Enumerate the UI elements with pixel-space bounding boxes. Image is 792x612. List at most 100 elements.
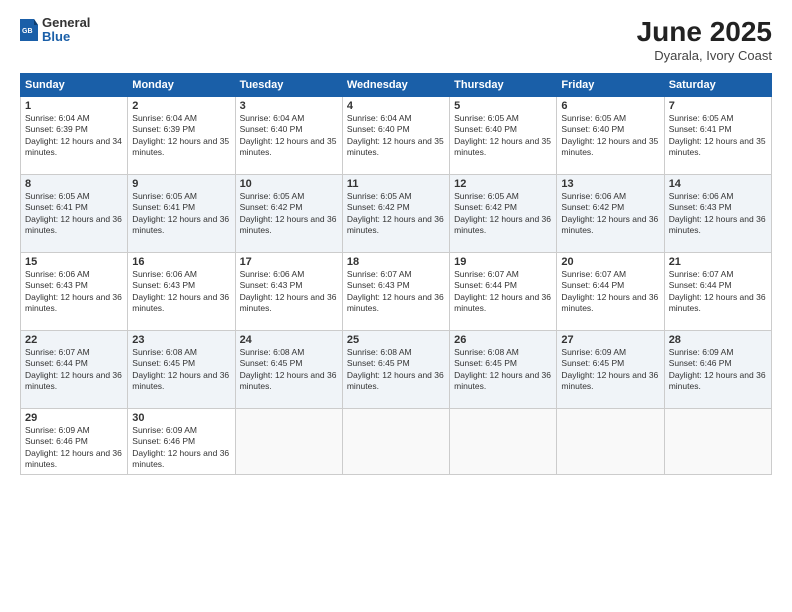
day-number: 19 [454, 256, 552, 268]
logo-blue: Blue [42, 30, 90, 44]
day-number: 16 [132, 256, 230, 268]
day-info: Sunrise: 6:06 AMSunset: 6:43 PMDaylight:… [669, 191, 766, 235]
day-info: Sunrise: 6:04 AMSunset: 6:39 PMDaylight:… [132, 113, 229, 157]
calendar-cell: 20 Sunrise: 6:07 AMSunset: 6:44 PMDaylig… [557, 253, 664, 331]
calendar-cell: 14 Sunrise: 6:06 AMSunset: 6:43 PMDaylig… [664, 175, 771, 253]
calendar-cell: 13 Sunrise: 6:06 AMSunset: 6:42 PMDaylig… [557, 175, 664, 253]
day-number: 11 [347, 178, 445, 190]
day-info: Sunrise: 6:06 AMSunset: 6:43 PMDaylight:… [25, 269, 122, 313]
calendar-cell: 15 Sunrise: 6:06 AMSunset: 6:43 PMDaylig… [21, 253, 128, 331]
calendar-cell: 7 Sunrise: 6:05 AMSunset: 6:41 PMDayligh… [664, 97, 771, 175]
day-number: 21 [669, 256, 767, 268]
day-number: 23 [132, 334, 230, 346]
calendar-cell: 12 Sunrise: 6:05 AMSunset: 6:42 PMDaylig… [450, 175, 557, 253]
calendar-cell: 6 Sunrise: 6:05 AMSunset: 6:40 PMDayligh… [557, 97, 664, 175]
calendar-cell: 9 Sunrise: 6:05 AMSunset: 6:41 PMDayligh… [128, 175, 235, 253]
day-info: Sunrise: 6:05 AMSunset: 6:42 PMDaylight:… [347, 191, 444, 235]
day-info: Sunrise: 6:04 AMSunset: 6:39 PMDaylight:… [25, 113, 122, 157]
calendar-cell: 23 Sunrise: 6:08 AMSunset: 6:45 PMDaylig… [128, 331, 235, 409]
day-info: Sunrise: 6:07 AMSunset: 6:44 PMDaylight:… [669, 269, 766, 313]
day-number: 24 [240, 334, 338, 346]
calendar-cell: 26 Sunrise: 6:08 AMSunset: 6:45 PMDaylig… [450, 331, 557, 409]
title-area: June 2025 Dyarala, Ivory Coast [637, 16, 772, 63]
day-info: Sunrise: 6:06 AMSunset: 6:43 PMDaylight:… [240, 269, 337, 313]
logo-general: General [42, 16, 90, 30]
svg-text:GB: GB [22, 28, 33, 35]
day-number: 15 [25, 256, 123, 268]
day-info: Sunrise: 6:05 AMSunset: 6:41 PMDaylight:… [132, 191, 229, 235]
calendar-cell [664, 409, 771, 475]
calendar-cell [342, 409, 449, 475]
calendar-cell: 1 Sunrise: 6:04 AMSunset: 6:39 PMDayligh… [21, 97, 128, 175]
calendar-cell: 10 Sunrise: 6:05 AMSunset: 6:42 PMDaylig… [235, 175, 342, 253]
calendar-week-3: 15 Sunrise: 6:06 AMSunset: 6:43 PMDaylig… [21, 253, 772, 331]
logo-text: General Blue [42, 16, 90, 45]
calendar-cell: 24 Sunrise: 6:08 AMSunset: 6:45 PMDaylig… [235, 331, 342, 409]
col-header-saturday: Saturday [664, 74, 771, 97]
calendar-cell: 5 Sunrise: 6:05 AMSunset: 6:40 PMDayligh… [450, 97, 557, 175]
day-info: Sunrise: 6:07 AMSunset: 6:44 PMDaylight:… [25, 347, 122, 391]
day-number: 1 [25, 100, 123, 112]
day-number: 10 [240, 178, 338, 190]
location-subtitle: Dyarala, Ivory Coast [637, 48, 772, 63]
day-info: Sunrise: 6:05 AMSunset: 6:40 PMDaylight:… [561, 113, 658, 157]
day-info: Sunrise: 6:05 AMSunset: 6:41 PMDaylight:… [25, 191, 122, 235]
calendar-cell [557, 409, 664, 475]
col-header-sunday: Sunday [21, 74, 128, 97]
day-number: 8 [25, 178, 123, 190]
calendar-cell: 8 Sunrise: 6:05 AMSunset: 6:41 PMDayligh… [21, 175, 128, 253]
calendar-cell: 18 Sunrise: 6:07 AMSunset: 6:43 PMDaylig… [342, 253, 449, 331]
day-info: Sunrise: 6:05 AMSunset: 6:40 PMDaylight:… [454, 113, 551, 157]
calendar-cell: 30 Sunrise: 6:09 AMSunset: 6:46 PMDaylig… [128, 409, 235, 475]
day-number: 17 [240, 256, 338, 268]
day-number: 30 [132, 412, 230, 424]
day-number: 22 [25, 334, 123, 346]
calendar-cell: 2 Sunrise: 6:04 AMSunset: 6:39 PMDayligh… [128, 97, 235, 175]
day-info: Sunrise: 6:06 AMSunset: 6:42 PMDaylight:… [561, 191, 658, 235]
calendar-cell: 27 Sunrise: 6:09 AMSunset: 6:45 PMDaylig… [557, 331, 664, 409]
day-info: Sunrise: 6:04 AMSunset: 6:40 PMDaylight:… [347, 113, 444, 157]
day-info: Sunrise: 6:08 AMSunset: 6:45 PMDaylight:… [132, 347, 229, 391]
day-number: 20 [561, 256, 659, 268]
day-number: 14 [669, 178, 767, 190]
month-title: June 2025 [637, 16, 772, 48]
day-info: Sunrise: 6:09 AMSunset: 6:46 PMDaylight:… [669, 347, 766, 391]
calendar-cell: 22 Sunrise: 6:07 AMSunset: 6:44 PMDaylig… [21, 331, 128, 409]
day-number: 27 [561, 334, 659, 346]
day-info: Sunrise: 6:09 AMSunset: 6:46 PMDaylight:… [25, 425, 122, 469]
day-info: Sunrise: 6:07 AMSunset: 6:44 PMDaylight:… [561, 269, 658, 313]
header: GB General Blue June 2025 Dyarala, Ivory… [20, 16, 772, 63]
day-number: 3 [240, 100, 338, 112]
calendar-cell: 3 Sunrise: 6:04 AMSunset: 6:40 PMDayligh… [235, 97, 342, 175]
day-number: 13 [561, 178, 659, 190]
calendar-header-row: SundayMondayTuesdayWednesdayThursdayFrid… [21, 74, 772, 97]
calendar-cell: 29 Sunrise: 6:09 AMSunset: 6:46 PMDaylig… [21, 409, 128, 475]
calendar-week-4: 22 Sunrise: 6:07 AMSunset: 6:44 PMDaylig… [21, 331, 772, 409]
day-info: Sunrise: 6:04 AMSunset: 6:40 PMDaylight:… [240, 113, 337, 157]
calendar-table: SundayMondayTuesdayWednesdayThursdayFrid… [20, 73, 772, 475]
day-info: Sunrise: 6:07 AMSunset: 6:43 PMDaylight:… [347, 269, 444, 313]
day-number: 5 [454, 100, 552, 112]
calendar-page: GB General Blue June 2025 Dyarala, Ivory… [0, 0, 792, 612]
calendar-cell: 28 Sunrise: 6:09 AMSunset: 6:46 PMDaylig… [664, 331, 771, 409]
day-number: 29 [25, 412, 123, 424]
calendar-cell: 16 Sunrise: 6:06 AMSunset: 6:43 PMDaylig… [128, 253, 235, 331]
col-header-friday: Friday [557, 74, 664, 97]
day-info: Sunrise: 6:06 AMSunset: 6:43 PMDaylight:… [132, 269, 229, 313]
logo-icon: GB [20, 19, 38, 41]
col-header-tuesday: Tuesday [235, 74, 342, 97]
calendar-cell: 25 Sunrise: 6:08 AMSunset: 6:45 PMDaylig… [342, 331, 449, 409]
col-header-wednesday: Wednesday [342, 74, 449, 97]
day-info: Sunrise: 6:07 AMSunset: 6:44 PMDaylight:… [454, 269, 551, 313]
calendar-week-5: 29 Sunrise: 6:09 AMSunset: 6:46 PMDaylig… [21, 409, 772, 475]
day-number: 26 [454, 334, 552, 346]
day-info: Sunrise: 6:08 AMSunset: 6:45 PMDaylight:… [240, 347, 337, 391]
calendar-week-1: 1 Sunrise: 6:04 AMSunset: 6:39 PMDayligh… [21, 97, 772, 175]
col-header-monday: Monday [128, 74, 235, 97]
col-header-thursday: Thursday [450, 74, 557, 97]
calendar-week-2: 8 Sunrise: 6:05 AMSunset: 6:41 PMDayligh… [21, 175, 772, 253]
logo: GB General Blue [20, 16, 90, 45]
day-number: 7 [669, 100, 767, 112]
day-info: Sunrise: 6:05 AMSunset: 6:41 PMDaylight:… [669, 113, 766, 157]
calendar-cell: 4 Sunrise: 6:04 AMSunset: 6:40 PMDayligh… [342, 97, 449, 175]
